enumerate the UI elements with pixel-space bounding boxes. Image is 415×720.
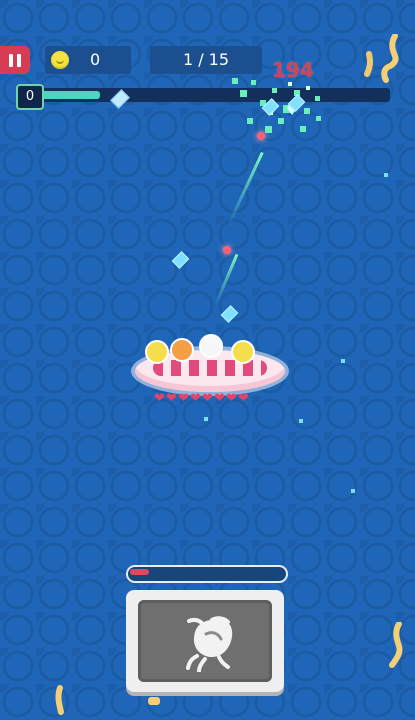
crew-member [170, 338, 194, 362]
level-indicator: 0 [16, 84, 44, 110]
coin-icon [51, 51, 69, 69]
coin-count: 0 [90, 50, 101, 69]
crew-member [145, 340, 169, 364]
pause-icon [9, 53, 13, 67]
coral-icon [55, 685, 64, 715]
coral-icon [148, 697, 160, 705]
heart-icon: ❤ [190, 391, 201, 406]
sparkle-particle [204, 417, 208, 421]
coin-counter: 0 [45, 46, 131, 74]
sparkle-particle [299, 419, 303, 423]
sparkle-particle [341, 359, 345, 363]
pause-button[interactable] [0, 46, 30, 74]
crew-member [199, 334, 223, 358]
projectile-trail [227, 151, 264, 226]
heart-icon: ❤ [214, 391, 225, 406]
sparkle-particle [351, 489, 355, 493]
xp-gem-icon [171, 251, 190, 269]
sparkle-particle [384, 173, 388, 177]
damage-number: 194 [272, 58, 314, 82]
game-board: 0 1 / 15 0 194 ❤ ❤ ❤ ❤ ❤ ❤ ❤ ❤ [0, 0, 415, 720]
ability-cooldown-fill [130, 569, 149, 575]
beetle-icon [186, 616, 233, 672]
projectile [223, 246, 231, 254]
ability-panel [138, 600, 272, 682]
crew-member [231, 340, 255, 364]
heart-icon: ❤ [238, 391, 249, 406]
heart-icon: ❤ [226, 391, 237, 406]
coral-icon [389, 622, 403, 668]
xp-gem-icon [220, 305, 239, 323]
ability-button[interactable] [126, 590, 284, 692]
heart-icon: ❤ [202, 391, 213, 406]
ability-cooldown-bar [126, 565, 288, 583]
player-health-hearts: ❤ ❤ ❤ ❤ ❤ ❤ ❤ ❤ [154, 391, 268, 407]
player-boat [135, 334, 285, 392]
coral-icon [364, 34, 399, 83]
projectile-trail [214, 253, 239, 306]
heart-icon: ❤ [154, 391, 165, 406]
heart-icon: ❤ [178, 391, 189, 406]
projectile [257, 132, 265, 140]
pause-icon [17, 53, 21, 67]
heart-icon: ❤ [166, 391, 177, 406]
